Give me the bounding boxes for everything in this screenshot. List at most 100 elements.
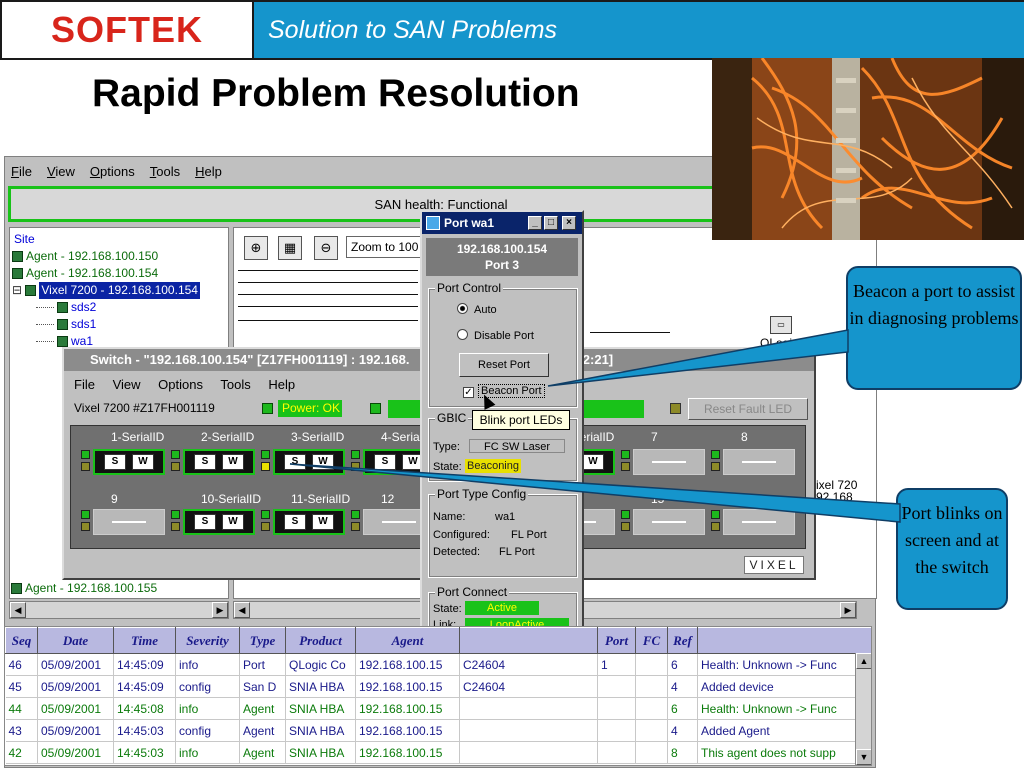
scroll-left-icon[interactable]: ◀	[10, 602, 26, 618]
scroll-right-icon[interactable]: ▶	[212, 602, 228, 618]
col-severity[interactable]: Severity	[175, 627, 240, 654]
switch-menu-tools[interactable]: Tools	[220, 377, 250, 392]
col-agent[interactable]: Agent	[355, 627, 460, 654]
agent-icon	[11, 583, 22, 594]
switch-menu-view[interactable]: View	[113, 377, 141, 392]
port-led-icon	[711, 448, 721, 476]
scroll-right-icon[interactable]: ▶	[840, 602, 856, 618]
col-seq[interactable]: Seq	[5, 627, 38, 654]
beacon-tooltip: Blink port LEDs	[472, 410, 570, 430]
auto-radio[interactable]: Auto	[457, 303, 497, 316]
menu-help[interactable]: Help	[195, 164, 222, 179]
gbic-chip-icon: W	[222, 454, 244, 470]
cell-product: SNIA HBA	[285, 675, 356, 698]
port-control-label: Port Control	[435, 281, 504, 295]
minimize-icon[interactable]: _	[528, 216, 542, 230]
tree-item-sds2[interactable]: sds2	[36, 299, 96, 316]
gbic-chip-icon: S	[284, 454, 306, 470]
switch-port[interactable]	[621, 448, 706, 476]
switch-menu-options[interactable]: Options	[158, 377, 203, 392]
zoom-in-icon: ⊕	[250, 240, 262, 255]
cell-severity: info	[175, 697, 240, 720]
event-row[interactable]: 42 05/09/2001 14:45:03 info Agent SNIA HBA 192…	[5, 741, 871, 764]
menu-file[interactable]: File	[11, 164, 32, 179]
zoom-select[interactable]: Zoom to 100	[346, 236, 426, 258]
reset-port-button[interactable]: Reset Port	[459, 353, 549, 377]
topology-link	[238, 306, 418, 307]
col-date[interactable]: Date	[37, 627, 114, 654]
tree-item-agent-150[interactable]: Agent - 192.168.100.150	[12, 248, 158, 265]
tree-item-vixel-switch-row[interactable]: ⊟ Vixel 7200 - 192.168.100.154	[12, 282, 200, 299]
scroll-left-icon[interactable]: ◀	[234, 602, 250, 618]
port-led-icon	[81, 448, 91, 476]
cell-agent: 192.168.100.15	[355, 719, 460, 742]
tree-scrollbar[interactable]: ◀ ▶	[9, 601, 229, 619]
cell-agent: 192.168.100.15	[355, 653, 460, 676]
cell-type: San D	[239, 675, 286, 698]
switch-port[interactable]: SW	[261, 508, 346, 536]
event-row[interactable]: 45 05/09/2001 14:45:09 config San D SNIA HBA 1…	[5, 675, 871, 698]
maximize-icon[interactable]: □	[544, 216, 558, 230]
gbic-chip-icon: W	[582, 454, 604, 470]
menu-tools[interactable]: Tools	[150, 164, 180, 179]
cell-device: C24604	[459, 675, 598, 698]
name-label: Name:	[433, 511, 466, 523]
col-time[interactable]: Time	[113, 627, 176, 654]
port-dialog-title[interactable]: Port wa1 _ □ ×	[422, 212, 582, 234]
scroll-up-icon[interactable]: ▲	[856, 653, 871, 669]
zoom-out-button[interactable]: ⊖	[314, 236, 338, 260]
switch-port[interactable]: SW	[261, 448, 346, 476]
col-fc[interactable]: FC	[635, 627, 668, 654]
hba-device-icon[interactable]: ▭	[770, 316, 792, 334]
zoom-in-button[interactable]: ⊕	[244, 236, 268, 260]
cell-ref: 8	[667, 741, 698, 764]
switch-port[interactable]: SW	[171, 448, 256, 476]
reset-fault-led-button[interactable]: Reset Fault LED	[688, 398, 808, 420]
detected-label: Detected:	[433, 546, 481, 558]
topology-link	[590, 332, 670, 333]
tree-item-vixel-switch[interactable]: Vixel 7200 - 192.168.100.154	[39, 282, 200, 299]
tree-item-sds1[interactable]: sds1	[36, 316, 96, 333]
gbic-chip-icon: S	[194, 514, 216, 530]
cell-severity: info	[175, 741, 240, 764]
col-message[interactable]	[697, 627, 871, 654]
cell-device	[459, 697, 598, 720]
port-label: 12	[381, 492, 395, 506]
scroll-down-icon[interactable]: ▼	[856, 749, 871, 765]
switch-port[interactable]	[711, 508, 796, 536]
switch-port[interactable]	[621, 508, 706, 536]
port-control-group: Port Control Auto Disable Port Reset Por…	[428, 281, 578, 410]
switch-menu-file[interactable]: File	[74, 377, 95, 392]
switch-model: Vixel 7200 #Z17FH001119	[74, 401, 215, 415]
event-row[interactable]: 46 05/09/2001 14:45:09 info Port QLogic Co 192…	[5, 653, 871, 676]
gbic-chip-icon: W	[312, 514, 334, 530]
switch-port[interactable]: SW	[171, 508, 256, 536]
empty-slot-icon	[652, 461, 686, 463]
switch-port[interactable]	[81, 508, 166, 536]
event-row[interactable]: 43 05/09/2001 14:45:03 config Agent SNIA HBA 1…	[5, 719, 871, 742]
beacon-port-checkbox[interactable]: ✓ Beacon Port	[463, 384, 545, 398]
col-device[interactable]	[459, 627, 598, 654]
switch-menu-help[interactable]: Help	[268, 377, 295, 392]
menu-view[interactable]: View	[47, 164, 75, 179]
event-row[interactable]: 44 05/09/2001 14:45:08 info Agent SNIA HBA 192…	[5, 697, 871, 720]
switch-port[interactable]	[711, 448, 796, 476]
event-scrollbar[interactable]: ▲ ▼	[855, 653, 871, 765]
cell-agent: 192.168.100.15	[355, 675, 460, 698]
col-port[interactable]: Port	[597, 627, 636, 654]
header-title: Solution to SAN Problems	[268, 16, 558, 44]
tree-item-site[interactable]: Site	[14, 231, 35, 248]
tree-item-agent-155[interactable]: Agent - 192.168.100.155	[11, 581, 157, 595]
fit-view-button[interactable]: ▦	[278, 236, 302, 260]
disable-port-radio[interactable]: Disable Port	[457, 329, 534, 342]
switch-port[interactable]: SW	[81, 448, 166, 476]
beacon-callout: Beacon a port to assist in diagnosing pr…	[846, 266, 1022, 390]
tree-item-agent-154[interactable]: Agent - 192.168.100.154	[12, 265, 158, 282]
col-type[interactable]: Type	[239, 627, 286, 654]
menu-options[interactable]: Options	[90, 164, 135, 179]
close-icon[interactable]: ×	[562, 216, 576, 230]
col-product[interactable]: Product	[285, 627, 356, 654]
col-ref[interactable]: Ref	[667, 627, 698, 654]
event-table-header: Seq Date Time Severity Type Product Agen…	[5, 627, 871, 654]
port-led-icon	[711, 508, 721, 536]
